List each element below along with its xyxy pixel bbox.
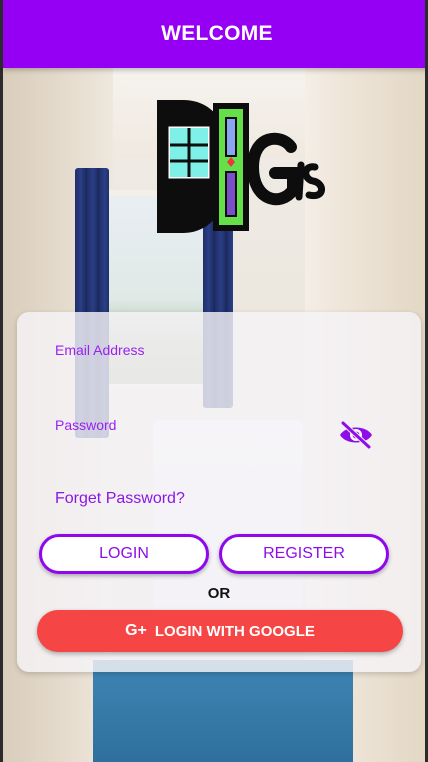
forgot-password-link[interactable]: Forget Password? xyxy=(55,490,185,508)
register-button-label: REGISTER xyxy=(263,545,345,562)
login-button-label: LOGIN xyxy=(99,545,149,562)
register-button[interactable]: REGISTER xyxy=(219,534,389,574)
page-title: WELCOME xyxy=(161,22,273,45)
digs-logo xyxy=(153,95,333,245)
google-login-button[interactable]: G+ LOGIN WITH GOOGLE xyxy=(37,610,403,652)
app-bar: WELCOME xyxy=(3,0,425,68)
google-plus-icon: G+ xyxy=(125,622,147,639)
google-login-label: LOGIN WITH GOOGLE xyxy=(154,622,315,640)
login-card: Email Address Password Forget Password? … xyxy=(17,312,421,672)
login-screen: WELCOME Email Address Password Forget Pa… xyxy=(0,0,428,762)
eye-off-icon[interactable] xyxy=(337,420,375,450)
password-field[interactable]: Password xyxy=(55,417,116,433)
bg-floor xyxy=(93,660,353,762)
email-field[interactable]: Email Address xyxy=(55,342,144,358)
login-button[interactable]: LOGIN xyxy=(39,534,209,574)
or-divider: OR xyxy=(207,585,231,602)
